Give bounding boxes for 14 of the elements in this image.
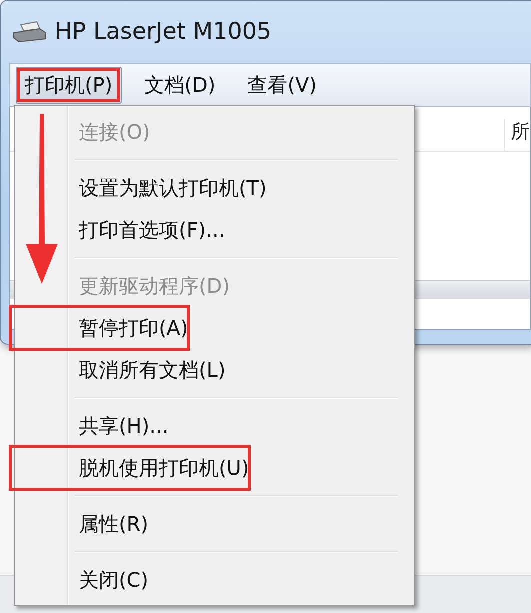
menu-bar-item[interactable]: 查看(V) <box>238 66 326 104</box>
menu-bar-item[interactable]: 文档(D) <box>136 66 225 104</box>
window-title: HP LaserJet M1005 <box>55 19 272 45</box>
menu-item[interactable]: 脱机使用打印机(U) <box>17 447 412 489</box>
column-header[interactable]: 所 <box>504 119 530 151</box>
printer-icon <box>13 21 47 43</box>
menu-item[interactable]: 打印首选项(F)... <box>17 209 412 251</box>
menu-item[interactable]: 共享(H)... <box>17 405 412 447</box>
menu-item[interactable]: 属性(R) <box>17 503 412 545</box>
menu-item[interactable]: 关闭(C) <box>17 559 412 601</box>
menu-item[interactable]: 取消所有文档(L) <box>17 349 412 391</box>
menu-bar-item[interactable]: 打印机(P) <box>16 66 122 104</box>
menu-item[interactable]: 暂停打印(A) <box>17 307 412 349</box>
menu-item[interactable]: 设置为默认打印机(T) <box>17 167 412 209</box>
